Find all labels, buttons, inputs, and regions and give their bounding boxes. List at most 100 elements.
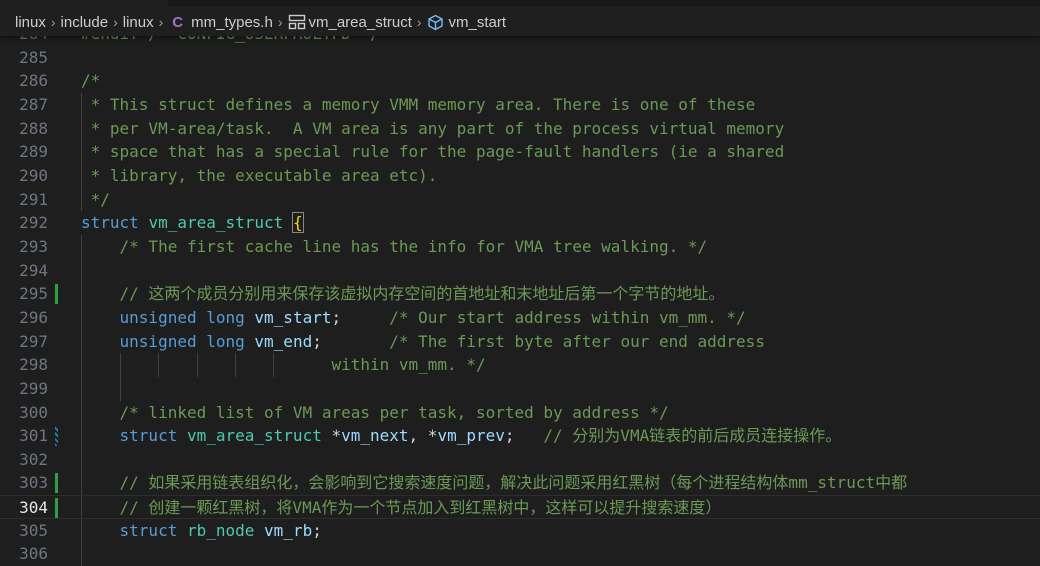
line-number: 287	[19, 94, 48, 114]
code-text: // 创建一颗红黑树，将VMA作为一个节点加入到红黑树中，这样可以提升搜索速度）	[81, 496, 722, 520]
line-number: 301	[19, 426, 48, 446]
line-number: 288	[19, 118, 48, 138]
line-number: 299	[19, 378, 48, 398]
code-text: * library, the executable area etc).	[81, 164, 438, 188]
code-line[interactable]: 291 */	[0, 187, 1040, 212]
token-kw: unsigned	[119, 331, 197, 351]
code-line[interactable]: 293 /* The first cache line has the info…	[0, 234, 1040, 259]
line-number: 304	[19, 498, 48, 518]
indent-guide	[81, 376, 82, 401]
token-comment: /* The first byte after our end address	[389, 331, 765, 351]
code-text: /*	[81, 69, 100, 93]
token-var: vm_next	[341, 426, 409, 446]
token-kw: long	[206, 307, 245, 327]
indent-guide	[81, 542, 82, 566]
line-number: 297	[19, 331, 48, 351]
code-text: /* linked list of VM areas per task, sor…	[81, 401, 669, 425]
token-punc	[81, 355, 331, 374]
code-line[interactable]: 304 // 创建一颗红黑树，将VMA作为一个节点加入到红黑树中，这样可以提升搜…	[0, 495, 1040, 519]
token-punc	[245, 308, 255, 327]
code-line[interactable]: 300 /* linked list of VM areas per task,…	[0, 400, 1040, 425]
chevron-right-icon: ›	[416, 14, 422, 30]
breadcrumb-item-linux[interactable]: linux	[15, 14, 46, 31]
token-punc	[197, 308, 207, 327]
code-line[interactable]: 297 unsigned long vm_end; /* The first b…	[0, 329, 1040, 354]
breadcrumb-item-linux-dir[interactable]: linux	[123, 14, 154, 31]
code-line[interactable]: 305 struct rb_node vm_rb;	[0, 518, 1040, 543]
token-comment: * space that has a special rule for the …	[81, 142, 785, 162]
c-file-icon: C	[172, 13, 184, 31]
tab-bar-edge	[168, 0, 1040, 6]
code-line[interactable]: 287 * This struct defines a memory VMM m…	[0, 92, 1040, 117]
code-line[interactable]: 286 /*	[0, 69, 1040, 93]
token-comment: within vm_mm. */	[331, 355, 486, 375]
code-text: * space that has a special rule for the …	[81, 140, 785, 164]
token-punc: ;	[331, 307, 390, 327]
code-text: */	[81, 188, 110, 212]
code-line[interactable]: 288 * per VM-area/task. A VM area is any…	[0, 116, 1040, 141]
gutter-added-marker[interactable]	[55, 498, 58, 519]
line-number: 298	[19, 355, 48, 375]
code-line[interactable]: 303 // 如果采用链表组织化，会影响到它搜索速度问题，解决此问题采用红黑树（…	[0, 471, 1040, 496]
token-comment: /* linked list of VM areas per task, sor…	[119, 402, 669, 422]
code-line[interactable]: 302	[0, 447, 1040, 472]
code-line[interactable]: 285	[0, 46, 1040, 70]
token-punc	[81, 521, 120, 540]
code-line[interactable]: 301 struct vm_area_struct *vm_next, *vm_…	[0, 424, 1040, 448]
chevron-right-icon: ›	[113, 14, 118, 30]
line-number: 294	[19, 260, 48, 280]
token-kw: struct	[119, 520, 178, 540]
token-comment: */	[81, 189, 110, 209]
token-kw: unsigned	[119, 307, 197, 327]
gutter-added-marker[interactable]	[55, 284, 58, 305]
line-number: 296	[19, 307, 48, 327]
token-var: vm_end	[254, 331, 313, 351]
token-punc	[81, 332, 120, 351]
gutter-added-marker[interactable]	[55, 473, 58, 494]
token-punc	[177, 521, 187, 540]
code-text: unsigned long vm_end; /* The first byte …	[81, 330, 765, 354]
token-punc: ;	[504, 426, 544, 446]
code-text: * This struct defines a memory VMM memor…	[81, 93, 756, 117]
code-line[interactable]: 289 * space that has a special rule for …	[0, 140, 1040, 164]
indent-guide	[120, 376, 121, 401]
token-punc	[81, 237, 120, 256]
code-line[interactable]: 294	[0, 258, 1040, 283]
gutter-modified-marker[interactable]	[55, 426, 58, 447]
field-cube-icon	[427, 14, 444, 31]
code-line[interactable]: 299	[0, 376, 1040, 401]
line-number: 302	[19, 449, 48, 469]
breadcrumb-item-include[interactable]: include	[61, 14, 109, 31]
token-punc: ;	[312, 520, 322, 540]
code-line[interactable]: 290 * library, the executable area etc).	[0, 163, 1040, 188]
code-line[interactable]: 295 // 这两个成员分别用来保存该虚拟内存空间的首地址和末地址后第一个字节的…	[0, 282, 1040, 306]
line-number: 292	[19, 213, 48, 233]
line-number: 305	[19, 520, 48, 540]
token-kw: struct	[119, 426, 178, 446]
token-comment: /*	[81, 71, 101, 91]
breadcrumb-item-field[interactable]: vm_start	[449, 14, 507, 31]
chevron-right-icon: ›	[277, 14, 283, 30]
line-number: 295	[19, 284, 48, 304]
code-line[interactable]: 296 unsigned long vm_start; /* Our start…	[0, 305, 1040, 330]
line-number: 300	[19, 402, 48, 422]
token-comment: * per VM-area/task. A VM area is any par…	[81, 118, 785, 138]
code-line[interactable]: 298 within vm_mm. */	[0, 353, 1040, 377]
code-text: // 这两个成员分别用来保存该虚拟内存空间的首地址和末地址后第一个字节的地址。	[81, 282, 725, 306]
code-line[interactable]: 306	[0, 542, 1040, 566]
code-text: struct vm_area_struct *vm_next, *vm_prev…	[81, 424, 842, 448]
token-var: vm_start	[254, 307, 332, 327]
code-text: // 如果采用链表组织化，会影响到它搜索速度问题，解决此问题采用红黑树（每个进程…	[81, 471, 908, 495]
token-punc: , *	[408, 426, 438, 446]
line-number: 306	[19, 544, 48, 564]
token-punc	[283, 213, 293, 232]
line-number: 289	[19, 142, 48, 162]
code-editor[interactable]: 284#endif /* CONFIG_USERFAULTFD */285286…	[0, 22, 1040, 566]
token-comment: * This struct defines a memory VMM memor…	[81, 94, 756, 114]
token-type: vm_area_struct	[186, 426, 322, 446]
code-text: struct rb_node vm_rb;	[81, 519, 322, 543]
struct-icon	[288, 14, 306, 30]
breadcrumb-item-file[interactable]: mm_types.h	[191, 14, 273, 31]
breadcrumb-item-struct[interactable]: vm_area_struct	[309, 14, 412, 31]
code-line[interactable]: 292 struct vm_area_struct {	[0, 211, 1040, 235]
